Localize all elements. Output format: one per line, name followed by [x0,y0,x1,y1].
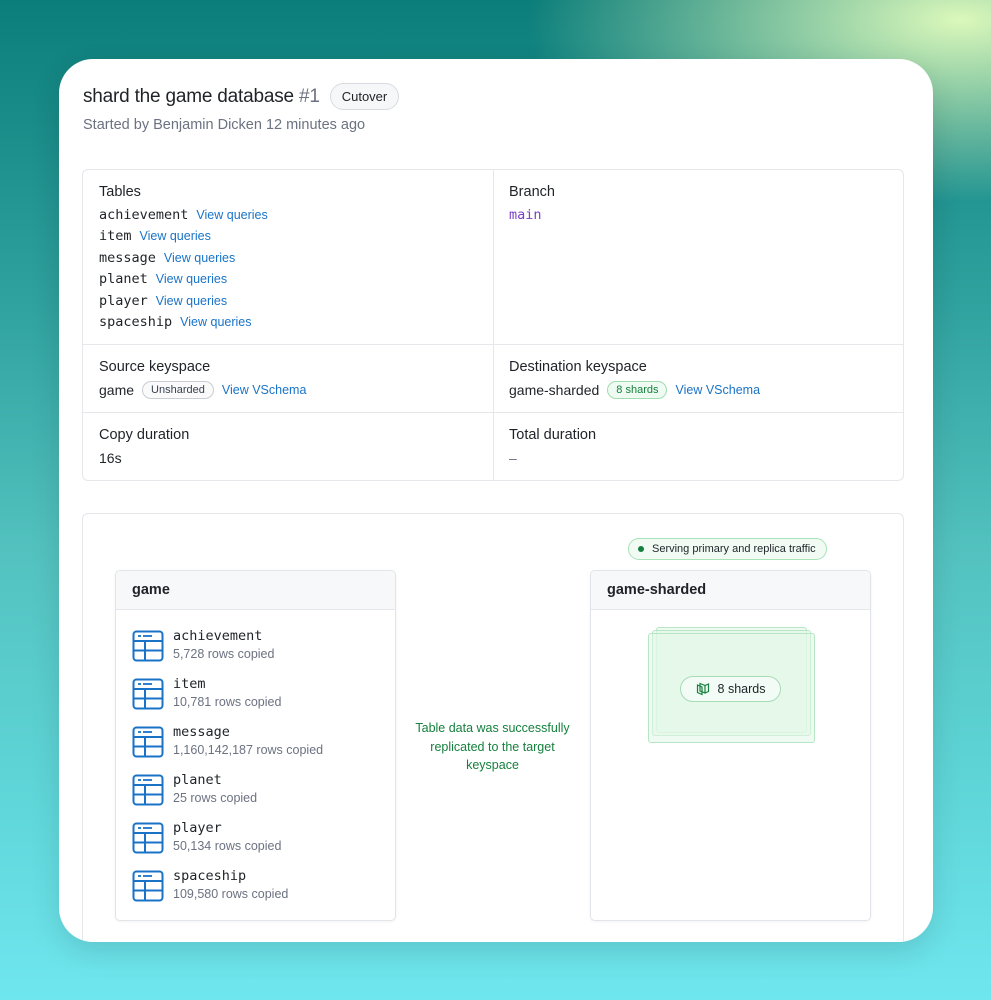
table-icon [132,678,164,710]
rows-copied: 109,580 rows copied [173,887,289,901]
copy-duration-label: Copy duration [99,427,190,443]
info-grid: Tables achievement View queries item Vie… [82,169,904,481]
table-name: spaceship [173,868,247,884]
total-duration-label: Total duration [509,427,597,443]
total-duration-value: – [509,449,517,466]
table-icon [132,870,164,902]
list-item: spaceship 109,580 rows copied [132,868,288,903]
shards-badge: 8 shards [607,380,668,399]
list-item: message 1,160,142,187 rows copied [132,724,323,759]
table-name: player [173,820,222,836]
source-keyspace-cell: Source keyspace game Unsharded View VSch… [83,345,493,415]
table-name: achievement [173,628,263,644]
replication-message: Table data was successfully replicated t… [415,721,570,772]
list-item: achievement 5,728 rows copied [132,628,274,663]
total-duration-cell: Total duration – [493,413,904,483]
destination-view-vschema-link[interactable]: View VSchema [675,383,760,397]
branch-label: Branch [509,184,555,200]
table-name: item [99,228,132,245]
serving-status-text: Serving primary and replica traffic [652,543,816,555]
tables-label: Tables [99,184,141,200]
table-row-message: message View queries [99,247,477,269]
cutover-badge: Cutover [329,83,400,110]
request-card: shard the game database #1 Cutover Start… [59,59,933,942]
request-number: #1 [298,85,320,107]
shards-count-text: 8 shards [717,682,766,696]
destination-keyspace-label: Destination keyspace [509,359,647,375]
table-icon [132,726,164,758]
table-row-achievement: achievement View queries [99,204,477,226]
rows-copied: 1,160,142,187 rows copied [173,743,324,757]
list-item: planet 25 rows copied [132,772,257,807]
title-text: shard the game database [83,85,294,107]
branch-cell: Branch main [493,170,904,240]
table-name: planet [99,271,148,288]
keyspace-diagram: Serving primary and replica traffic game… [82,513,904,942]
serving-status-pill: Serving primary and replica traffic [628,538,827,560]
table-name: spaceship [99,314,173,331]
table-icon [132,630,164,662]
branch-name[interactable]: main [509,207,542,223]
destination-panel-title: game-sharded [591,571,870,610]
shards-icon [696,682,709,696]
table-name: message [173,724,230,740]
table-name: player [99,292,148,309]
rows-copied: 10,781 rows copied [173,695,282,709]
tables-cell: Tables achievement View queries item Vie… [83,170,493,347]
view-queries-link[interactable]: View queries [164,251,235,265]
rows-copied: 5,728 rows copied [173,647,275,661]
source-keyspace-name: game [99,381,135,398]
status-dot-icon [638,546,644,552]
table-name: achievement [99,206,189,223]
started-by-text: Started by Benjamin Dicken 12 minutes ag… [83,117,366,133]
table-name: message [99,249,156,266]
shards-count-pill: 8 shards [680,676,781,702]
view-queries-link[interactable]: View queries [180,315,251,329]
rows-copied: 50,134 rows copied [173,839,282,853]
table-icon [132,774,164,806]
shard-stack: 8 shards [648,627,815,743]
source-keyspace-panel: game achievement 5,728 rows copied item … [115,570,396,921]
destination-keyspace-panel: game-sharded 8 shards [590,570,871,921]
rows-copied: 25 rows copied [173,791,258,805]
title-row: shard the game database #1 Cutover [83,83,400,110]
table-row-planet: planet View queries [99,269,477,291]
view-queries-link[interactable]: View queries [196,208,267,222]
view-queries-link[interactable]: View queries [156,272,227,286]
view-queries-link[interactable]: View queries [140,229,211,243]
table-row-spaceship: spaceship View queries [99,312,477,334]
source-keyspace-label: Source keyspace [99,359,211,375]
table-name: item [173,676,206,692]
copy-duration-value: 16s [99,449,122,466]
table-icon [132,822,164,854]
list-item: item 10,781 rows copied [132,676,281,711]
source-panel-title: game [116,571,395,610]
copy-duration-cell: Copy duration 16s [83,413,493,483]
destination-keyspace-name: game-sharded [509,381,600,398]
table-row-player: player View queries [99,290,477,312]
destination-keyspace-cell: Destination keyspace game-sharded 8 shar… [493,345,904,415]
source-view-vschema-link[interactable]: View VSchema [222,383,307,397]
page-title: shard the game database #1 [83,86,320,108]
view-queries-link[interactable]: View queries [156,294,227,308]
table-row-item: item View queries [99,226,477,248]
table-name: planet [173,772,222,788]
list-item: player 50,134 rows copied [132,820,281,855]
unsharded-badge: Unsharded [142,380,214,399]
